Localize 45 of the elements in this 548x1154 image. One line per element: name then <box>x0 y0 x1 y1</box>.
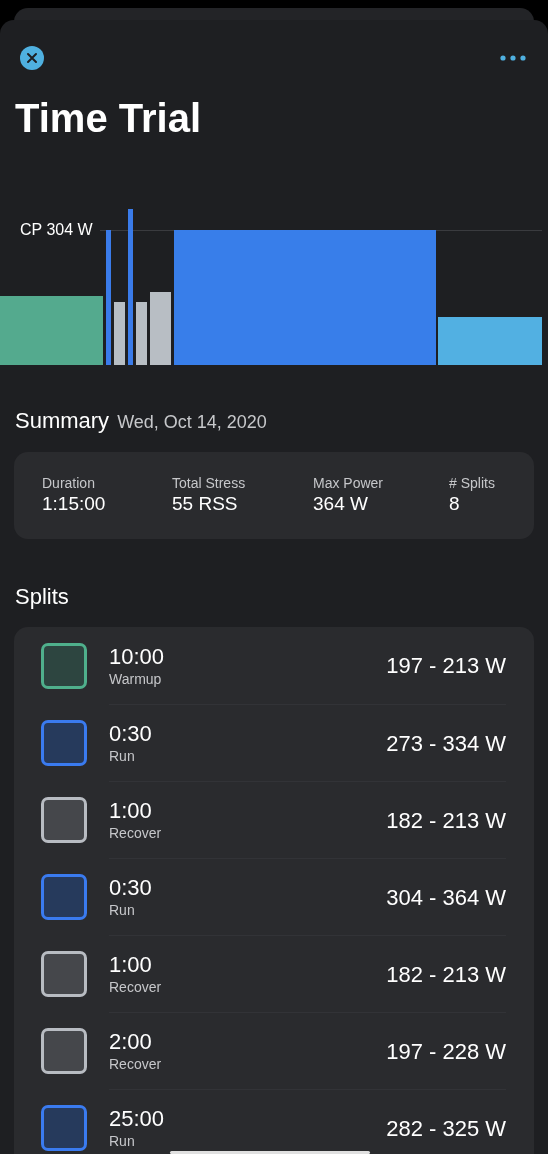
close-icon <box>26 52 38 64</box>
chart-bar <box>136 302 147 365</box>
stat-label: # Splits <box>449 474 496 492</box>
stat-value: 8 <box>449 492 461 516</box>
split-duration: 1:00 <box>109 952 153 978</box>
split-duration: 10:00 <box>109 643 166 670</box>
split-duration: 0:30 <box>109 875 153 901</box>
page-title: Time Trial <box>14 95 202 142</box>
split-duration: 25:00 <box>109 1106 166 1132</box>
split-row[interactable]: 2:00 Recover 197 - 228 W <box>14 1012 534 1089</box>
stat-value: 364 W <box>313 492 369 516</box>
stat-value: 55 RSS <box>172 492 239 516</box>
split-type: Recover <box>109 1055 163 1073</box>
close-button[interactable] <box>20 46 44 70</box>
split-power-range: 273 - 334 W <box>386 729 506 758</box>
stat-value: 1:15:00 <box>42 492 107 516</box>
split-power-range: 304 - 364 W <box>386 883 506 912</box>
split-type: Recover <box>109 824 163 842</box>
split-power-range: 197 - 213 W <box>386 652 506 680</box>
stat-label: Duration <box>42 474 96 492</box>
stat-label: Total Stress <box>172 474 247 492</box>
cp-label: CP 304 W <box>20 220 93 240</box>
more-icon <box>500 55 526 61</box>
split-row[interactable]: 1:00 Recover 182 - 213 W <box>14 935 534 1012</box>
split-power-range: 182 - 213 W <box>386 960 506 989</box>
split-power-range: 282 - 325 W <box>386 1114 506 1143</box>
split-type: Run <box>109 901 136 919</box>
split-row[interactable]: 10:00 Warmup 197 - 213 W <box>14 627 534 704</box>
split-row[interactable]: 1:00 Recover 182 - 213 W <box>14 781 534 858</box>
split-duration: 1:00 <box>109 798 153 824</box>
split-duration: 2:00 <box>109 1029 153 1055</box>
chart-bar <box>114 302 125 365</box>
split-type: Warmup <box>109 669 163 688</box>
section-heading: Summary <box>15 407 110 435</box>
split-type: Recover <box>109 978 163 996</box>
split-duration: 0:30 <box>109 721 153 747</box>
stat-label: Max Power <box>313 474 385 492</box>
section-heading: Splits <box>14 583 70 611</box>
split-row[interactable]: 0:30 Run 304 - 364 W <box>14 858 534 935</box>
split-power-range: 197 - 228 W <box>386 1037 506 1066</box>
split-row[interactable]: 0:30 Run 273 - 334 W <box>14 704 534 781</box>
split-type: Run <box>109 1132 136 1150</box>
split-type: Run <box>109 747 136 765</box>
summary-date: Wed, Oct 14, 2020 <box>117 411 267 434</box>
split-power-range: 182 - 213 W <box>386 806 506 835</box>
